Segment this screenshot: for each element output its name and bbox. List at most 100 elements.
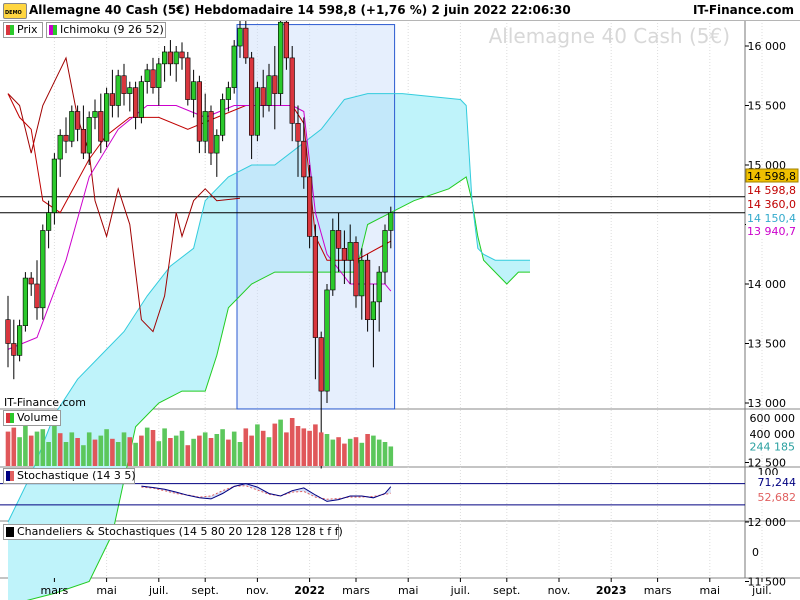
volume-bar xyxy=(324,434,330,466)
volume-bar xyxy=(104,429,109,466)
candle-body-down xyxy=(28,277,34,285)
candle xyxy=(173,46,179,82)
volume-legend[interactable]: Volume xyxy=(3,410,61,426)
candle-body-up xyxy=(191,81,197,100)
candle-body-down xyxy=(318,337,324,392)
volume-bar xyxy=(69,432,75,466)
time-label: mai xyxy=(700,584,721,597)
stoch-legend[interactable]: Stochastique (14 3 5) xyxy=(3,468,136,484)
candle xyxy=(115,69,121,118)
time-label: mars xyxy=(644,584,672,597)
legend-prix-label: Prix xyxy=(17,23,38,36)
candle-body-down xyxy=(312,236,319,338)
candle-body-down xyxy=(34,283,40,309)
legend-prix[interactable]: Prix xyxy=(3,22,43,38)
candle-body-down xyxy=(289,57,295,124)
candle xyxy=(98,93,104,154)
volume-bar xyxy=(278,419,283,466)
candle xyxy=(80,105,86,160)
volume-bar xyxy=(52,426,57,466)
candle-body-up xyxy=(104,93,110,142)
legend-ichimoku[interactable]: Ichimoku (9 26 52) xyxy=(46,22,166,38)
volume-bar xyxy=(255,424,260,466)
candle xyxy=(162,46,168,82)
volume-bar xyxy=(179,430,185,466)
candle-body-down xyxy=(98,111,104,142)
candle xyxy=(167,40,174,76)
candle xyxy=(208,105,214,165)
brand-label[interactable]: IT-Finance.com xyxy=(693,3,794,17)
candle-body-up xyxy=(277,21,284,94)
candle-body-up xyxy=(40,230,46,309)
candle-body-down xyxy=(243,27,249,59)
time-label: sept. xyxy=(192,584,219,597)
candle-body-down xyxy=(196,81,203,142)
candle-body-down xyxy=(295,123,301,142)
candle-body-up xyxy=(156,63,162,88)
chandeliers-swatch xyxy=(6,527,14,537)
volume-bar xyxy=(371,435,376,466)
volume-bar xyxy=(365,434,370,466)
volume-bar xyxy=(388,446,394,466)
candle-body-down xyxy=(283,21,290,59)
chart-canvas[interactable]: 17 00016 50016 00015 50015 00014 50014 0… xyxy=(0,0,800,600)
time-label: sept. xyxy=(493,584,520,597)
volume-bar xyxy=(162,428,167,466)
volume-tick-label: 600 000 xyxy=(750,412,796,425)
volume-bar xyxy=(347,438,353,466)
volume-bar xyxy=(5,431,11,466)
candle-body-up xyxy=(162,51,168,65)
legend-ichimoku-label: Ichimoku (9 26 52) xyxy=(60,23,164,36)
volume-bar xyxy=(284,432,289,466)
volume-bar xyxy=(63,442,69,466)
volume-bar xyxy=(313,424,318,466)
candle xyxy=(138,75,145,124)
candle xyxy=(150,57,156,94)
legend-ichimoku-swatch xyxy=(49,25,57,35)
volume-bar xyxy=(307,430,312,466)
volume-bar xyxy=(382,442,388,466)
candle-body-up xyxy=(382,230,388,273)
candle xyxy=(254,81,261,142)
volume-swatch xyxy=(6,413,14,423)
candle-body-up xyxy=(86,117,92,154)
volume-bar xyxy=(191,438,196,466)
candle-body-up xyxy=(138,81,145,118)
price-tag-label: 14 360,0 xyxy=(747,198,796,211)
candle-body-down xyxy=(249,57,255,136)
volume-bar xyxy=(75,438,80,466)
candle-body-up xyxy=(388,212,394,231)
volume-tick-label: 400 000 xyxy=(750,428,796,441)
candle-body-up xyxy=(57,134,63,160)
volume-bar xyxy=(127,437,133,466)
candle-body-up xyxy=(376,271,382,303)
candle-body-up xyxy=(69,111,75,142)
candle-body-up xyxy=(214,134,220,154)
price-tag-label: 14 598,8 xyxy=(747,170,796,183)
candle-body-up xyxy=(231,45,237,88)
price-tag-label: 14 598,8 xyxy=(747,184,796,197)
volume-tag-label: 244 185 xyxy=(750,440,796,453)
candle xyxy=(220,93,226,142)
candle-body-down xyxy=(341,248,348,261)
candle-body-down xyxy=(5,319,11,344)
candle-body-down xyxy=(150,69,156,88)
price-tick-label: 16 000 xyxy=(748,40,787,53)
candle-body-down xyxy=(353,242,359,297)
candle xyxy=(277,16,284,106)
time-label: juil. xyxy=(751,584,772,597)
candle xyxy=(69,105,75,148)
volume-bar xyxy=(376,439,382,466)
candle xyxy=(104,87,110,148)
candle xyxy=(214,129,220,177)
stoch-tag-label: 71,244 xyxy=(758,476,797,489)
volume-bar xyxy=(23,424,28,466)
chandeliers-legend[interactable]: Chandeliers & Stochastiques (14 5 80 20 … xyxy=(3,524,343,540)
candle xyxy=(28,272,34,296)
candle-body-down xyxy=(306,176,313,237)
volume-bar xyxy=(197,435,202,466)
candle-body-up xyxy=(237,27,243,47)
time-label: mai xyxy=(398,584,419,597)
candle xyxy=(185,51,191,106)
candle-body-up xyxy=(173,51,179,65)
